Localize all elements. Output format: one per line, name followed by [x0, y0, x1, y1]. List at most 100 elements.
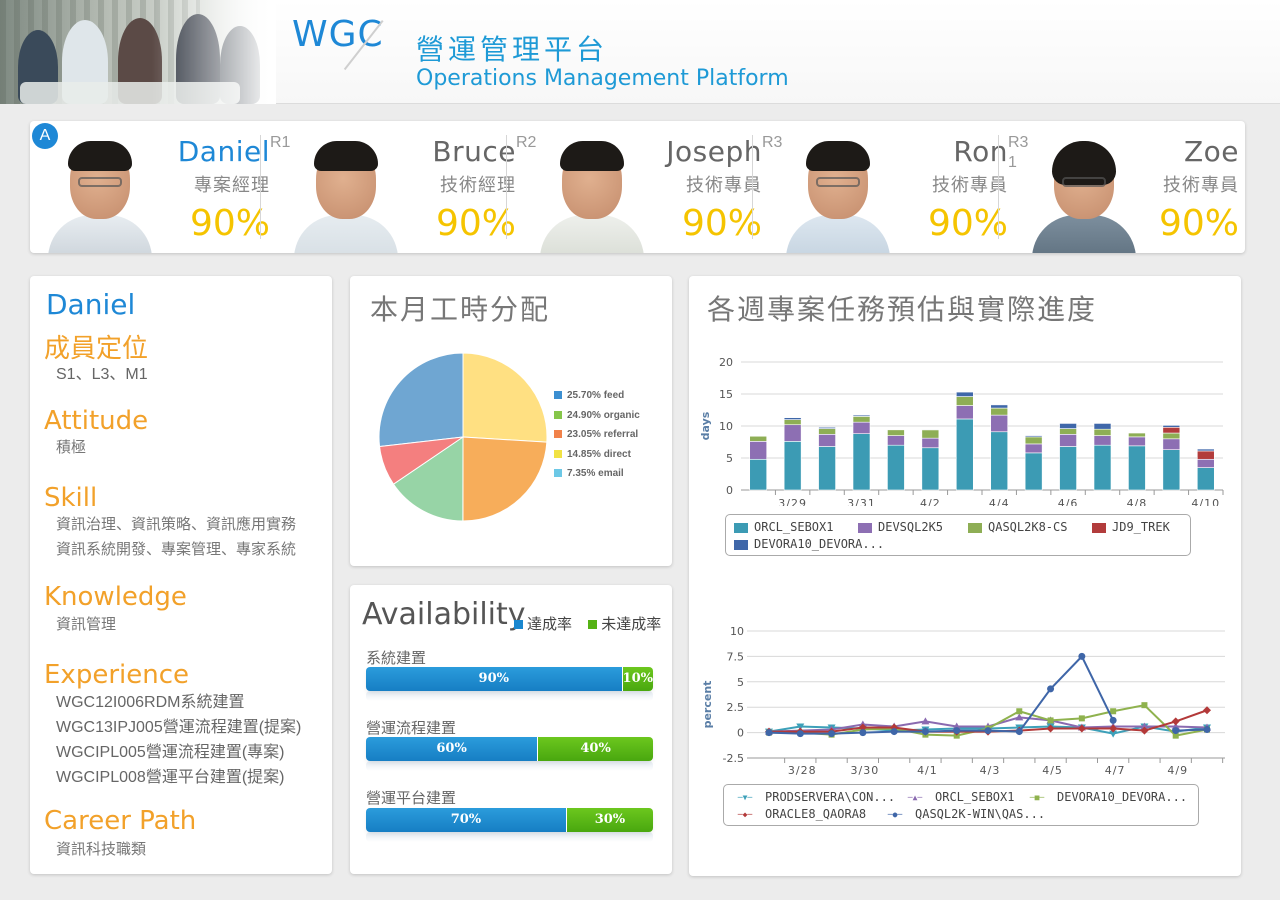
legend-marker: ─◆─ [737, 810, 753, 819]
member-role: 技術專員 [932, 175, 1008, 195]
member-role: 技術專員 [1163, 175, 1239, 195]
achieved-segment: 60% [366, 737, 539, 761]
x-tick-label: 4/2 [920, 497, 941, 506]
experience-item: WGC12I006RDM系統建置 [56, 694, 245, 711]
bar-segment [1059, 428, 1077, 435]
stacked-bar-chart: 0 5 10 15 20 days 3/29 3/31 4/2 4/4 4/6 4/8 4/10 [699, 356, 1224, 506]
legend-item[interactable]: ─▼─ PRODSERVERA\CON... [730, 790, 895, 804]
bar-segment [818, 426, 836, 429]
attitude-value: 積極 [56, 439, 87, 456]
bar-segment [783, 417, 802, 420]
pie-legend-item: 25.70% feed [554, 390, 640, 410]
team-member-daniel[interactable]: A Daniel 專案經理 90% [30, 121, 276, 253]
page-subtitle: Operations Management Platform [416, 66, 789, 91]
y-tick-label: 10 [719, 420, 733, 433]
legend-item[interactable]: DEVORA10_DEVORA... [734, 537, 884, 551]
y-tick-label: 10 [730, 625, 744, 638]
legend-item[interactable]: ─●─ QASQL2K-WIN\QAS... [880, 807, 1045, 821]
bar-segment [1024, 452, 1043, 491]
legend-item[interactable]: DEVSQL2K5 [858, 520, 943, 534]
data-point [796, 730, 804, 738]
position-value: S1、L3、M1 [56, 366, 148, 383]
achieved-segment: 70% [366, 808, 567, 832]
bar-segment [990, 404, 1009, 409]
bar-segment [818, 434, 836, 447]
legend-label: 14.85% direct [567, 448, 631, 460]
data-point [1078, 715, 1085, 722]
bar-segment [1162, 449, 1181, 491]
data-point [953, 727, 961, 735]
data-point [1171, 717, 1180, 726]
avatar [1028, 139, 1138, 253]
legend-unachieved: 未達成率 [601, 616, 662, 633]
legend-label: DEVORA10_DEVORA... [1057, 790, 1188, 804]
data-point [921, 728, 929, 736]
pie-slice [462, 352, 548, 443]
member-percentage: 90% [681, 203, 762, 244]
legend-label: PRODSERVERA\CON... [765, 790, 896, 804]
bar-segment [921, 447, 940, 491]
bar-segment [852, 416, 871, 423]
team-member-ron[interactable]: R3 Ron 技術專員 90% [752, 121, 1014, 253]
legend-item[interactable]: QASQL2K8-CS [968, 520, 1067, 534]
team-member-bruce[interactable]: R1 Bruce 技術經理 90% [260, 121, 522, 253]
pie-legend-item: 24.90% organic [554, 410, 640, 430]
header-team-photo [0, 0, 276, 104]
data-point [1078, 652, 1086, 660]
bar-segment [783, 441, 802, 491]
data-point [1015, 728, 1023, 736]
data-point [765, 729, 773, 737]
legend-marker: ─▲─ [907, 793, 923, 802]
legend-swatch-achieved [514, 619, 523, 629]
skill-heading: Skill [44, 483, 98, 513]
unachieved-segment: 30% [566, 808, 653, 832]
y-axis-label: percent [701, 681, 714, 729]
bar-segment [990, 414, 1009, 433]
x-tick-label: 4/10 [1191, 497, 1220, 506]
legend-label: QASQL2K8-CS [988, 520, 1068, 534]
experience-heading: Experience [44, 660, 189, 690]
attitude-heading: Attitude [44, 406, 149, 436]
member-percentage: 90% [927, 203, 1008, 244]
pie-legend-item: 14.85% direct [554, 449, 640, 469]
team-member-zoe[interactable]: R3 1 Zoe 技術專員 90% [998, 121, 1245, 253]
legend-label: DEVSQL2K5 [878, 520, 944, 534]
member-name: Zoe [1183, 135, 1239, 168]
member-percentage: 90% [1158, 203, 1239, 244]
x-tick-label: 3/29 [778, 497, 807, 506]
pie-legend-item: 7.35% email [554, 468, 640, 488]
legend-marker: ─■─ [1029, 793, 1045, 802]
legend-swatch [554, 430, 562, 439]
availability-row-label: 系統建置 [366, 650, 427, 667]
legend-item[interactable]: JD9_TREK [1092, 520, 1170, 534]
member-percentage: 90% [435, 203, 516, 244]
y-axis-label: days [699, 411, 712, 440]
achieved-segment: 90% [366, 667, 623, 691]
bar-segment [1196, 458, 1215, 468]
x-tick-label: 3/30 [851, 764, 880, 777]
member-name: Ron [953, 135, 1008, 168]
skill-line: 資訊治理、資訊策略、資訊應用實務 [56, 516, 297, 533]
bar-segment [818, 446, 836, 491]
y-tick-label: 20 [719, 356, 733, 369]
legend-item[interactable]: ─◆─ ORACLE8_QAORA8 [730, 807, 866, 821]
bar-segment [1093, 435, 1112, 446]
team-member-joseph[interactable]: R2 Joseph 技術專員 90% [506, 121, 768, 253]
bar-segment [1024, 443, 1043, 454]
bar-segment [1093, 423, 1112, 430]
legend-swatch [734, 522, 748, 533]
legend-item[interactable]: ORCL_SEBOX1 [734, 520, 833, 534]
page-title: 營運管理平台 [416, 34, 609, 65]
bar-segment [1196, 448, 1215, 452]
bar-segment [1059, 434, 1077, 447]
rank-label: R3 1 [1008, 134, 1029, 171]
bar-segment [1093, 428, 1112, 436]
bar-segment [852, 414, 871, 417]
x-tick-label: 3/31 [847, 497, 876, 506]
legend-item[interactable]: ─▲─ ORCL_SEBOX1 [900, 790, 1015, 804]
legend-item[interactable]: ─■─ DEVORA10_DEVORA... [1022, 790, 1187, 804]
x-tick-label: 4/3 [980, 764, 1001, 777]
data-point [859, 729, 867, 737]
bar-segment [1162, 426, 1181, 434]
bar-segment [921, 429, 940, 439]
